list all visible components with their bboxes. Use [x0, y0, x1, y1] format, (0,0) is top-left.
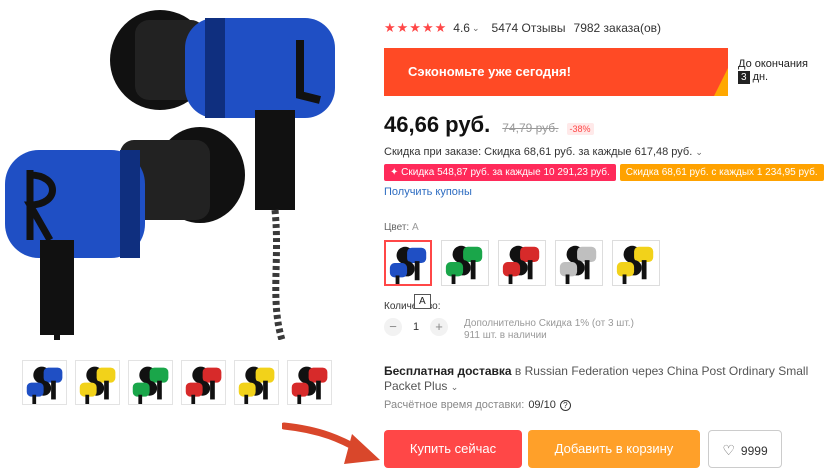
color-variant[interactable] [384, 240, 432, 286]
delivery-label: Расчётное время доставки: [384, 399, 525, 411]
rating-value: 4.6 [453, 21, 470, 35]
color-variants [384, 240, 660, 286]
discount-badge: -38% [566, 123, 594, 135]
delivery-date: 09/10 [528, 399, 556, 411]
color-variant[interactable] [498, 240, 546, 286]
delivery-estimate: Расчётное время доставки: 09/10 ? [384, 399, 571, 411]
shipping-info[interactable]: Бесплатная доставка в Russian Federation… [384, 364, 814, 395]
promo-days-suffix: дн. [752, 71, 769, 83]
chevron-down-icon: ⌄ [695, 147, 703, 157]
buy-now-button[interactable]: Купить сейчас [384, 430, 522, 468]
coupon-tag[interactable]: Скидка 68,61 руб. с каждых 1 234,95 руб. [619, 164, 824, 181]
plus-icon[interactable]: + [430, 318, 448, 336]
chevron-down-icon: ⌄ [450, 382, 459, 392]
old-price: 74,79 руб. [502, 121, 559, 135]
bulk-discount-text: Дополнительно Скидка 1% (от 3 шт.) [464, 318, 634, 329]
thumbnail[interactable] [75, 360, 120, 405]
reviews-link[interactable]: 5474 Отзывы [492, 21, 566, 35]
thumbnail[interactable] [128, 360, 173, 405]
wishlist-count: 9999 [740, 444, 768, 458]
arrow-icon [282, 422, 380, 464]
chevron-down-icon[interactable]: ⌄ [472, 23, 480, 34]
promo-until-label: До окончания [738, 58, 809, 70]
stock-text: 911 шт. в наличии [464, 330, 547, 341]
quantity-value[interactable]: 1 [402, 318, 430, 336]
promo-days-number: 3 [738, 71, 750, 84]
add-to-cart-button[interactable]: Добавить в корзину [528, 430, 700, 468]
price-row: 46,66 руб. 74,79 руб. -38% [384, 112, 594, 138]
help-icon[interactable]: ? [559, 399, 571, 411]
color-variant[interactable] [555, 240, 603, 286]
quantity-info: Дополнительно Скидка 1% (от 3 шт.) 911 ш… [464, 318, 634, 342]
tooltip: A [414, 294, 431, 309]
color-variant[interactable] [612, 240, 660, 286]
color-value: A [411, 222, 419, 233]
promo-countdown: До окончания 3 дн. [728, 48, 834, 96]
thumbnail[interactable] [287, 360, 332, 405]
thumbnail[interactable] [234, 360, 279, 405]
rating-row: ★★★★★ 4.6 ⌄ 5474 Отзывы 7982 заказа(ов) [384, 20, 661, 36]
color-label: Цвет: A [384, 222, 419, 233]
rating-stars: ★★★★★ [384, 20, 448, 35]
thumbnail[interactable] [181, 360, 226, 405]
get-coupons-link[interactable]: Получить купоны [384, 186, 472, 198]
order-discount[interactable]: Скидка при заказе: Скидка 68,61 руб. за … [384, 146, 715, 158]
wishlist-button[interactable]: ♡ 9999 [708, 430, 782, 468]
color-variant[interactable] [441, 240, 489, 286]
thumbnail[interactable] [22, 360, 67, 405]
minus-icon[interactable]: − [384, 318, 402, 336]
orders-count: 7982 заказа(ов) [573, 21, 661, 35]
current-price: 46,66 руб. [384, 112, 491, 137]
main-product-image [0, 0, 340, 342]
coupon-tag[interactable]: ✦ Скидка 548,87 руб. за каждые 10 291,23… [384, 164, 616, 181]
free-shipping-label: Бесплатная доставка [384, 364, 512, 378]
order-discount-text: Скидка при заказе: Скидка 68,61 руб. за … [384, 146, 693, 158]
quantity-label: Количество: [384, 301, 441, 312]
thumbnail-strip [22, 360, 332, 405]
quantity-stepper: − 1 + Дополнительно Скидка 1% (от 3 шт.)… [384, 318, 634, 342]
promo-text: Сэкономьте уже сегодня! [408, 64, 571, 79]
promo-banner: Сэкономьте уже сегодня! До окончания 3 дн… [384, 48, 834, 96]
heart-icon: ♡ [722, 442, 735, 458]
coupon-list: ✦ Скидка 548,87 руб. за каждые 10 291,23… [384, 164, 824, 181]
color-label-text: Цвет: [384, 222, 410, 233]
